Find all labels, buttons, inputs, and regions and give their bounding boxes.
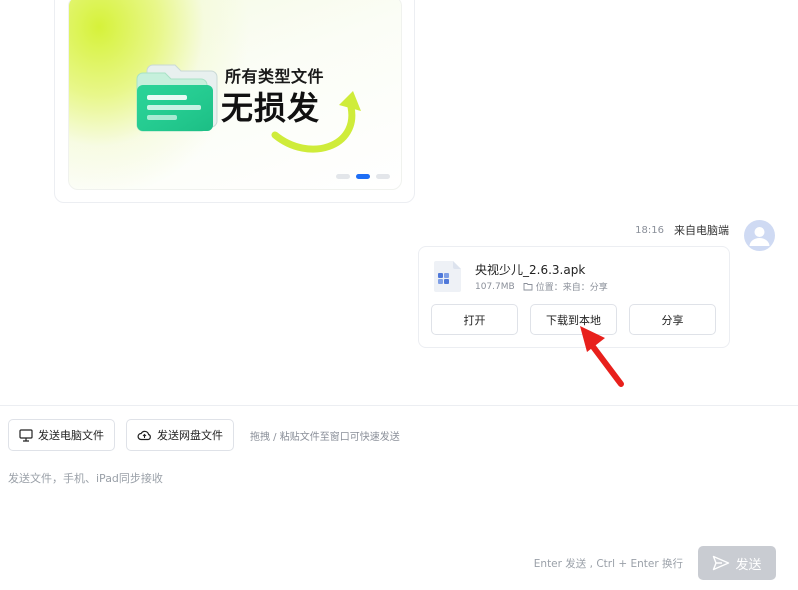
send-plane-icon xyxy=(713,555,730,571)
carousel-dot[interactable] xyxy=(336,174,350,179)
banner-title-line2: 无损发 xyxy=(221,89,321,127)
shortcut-hint: Enter 发送 , Ctrl + Enter 换行 xyxy=(533,558,683,570)
avatar[interactable] xyxy=(744,220,775,251)
file-size: 107.7MB xyxy=(475,281,515,292)
monitor-icon xyxy=(19,428,33,442)
user-avatar-icon xyxy=(749,227,770,246)
composer-toolbar: 发送电脑文件 发送网盘文件 拖拽 / 粘贴文件至窗口可快速发送 xyxy=(8,419,400,451)
message-time: 18:16 xyxy=(635,224,664,236)
share-button[interactable]: 分享 xyxy=(629,304,716,335)
send-pc-file-button[interactable]: 发送电脑文件 xyxy=(8,419,115,451)
file-location-text: 位置：来自：分享 xyxy=(535,283,608,293)
file-location: 位置：来自：分享 xyxy=(523,280,608,293)
file-actions: 打开 下载到本地 分享 xyxy=(431,304,716,335)
send-cloud-file-label: 发送网盘文件 xyxy=(157,429,223,442)
annotation-arrow-icon xyxy=(580,326,624,387)
send-button[interactable]: 发送 xyxy=(698,546,776,580)
send-cloud-file-button[interactable]: 发送网盘文件 xyxy=(126,419,234,451)
carousel-indicator xyxy=(336,174,390,179)
folder-icon xyxy=(136,64,218,132)
apk-file-icon xyxy=(434,261,461,292)
file-message-card[interactable]: 央视少儿_2.6.3.apk 107.7MB 位置：来自：分享 打开 下载到本地… xyxy=(418,246,730,348)
message-input[interactable] xyxy=(8,470,788,530)
open-button[interactable]: 打开 xyxy=(431,304,518,335)
cloud-icon xyxy=(137,430,151,441)
message-source: 来自电脑端 xyxy=(674,224,729,237)
file-details: 107.7MB 位置：来自：分享 xyxy=(475,280,608,294)
drag-drop-hint: 拖拽 / 粘贴文件至窗口可快速发送 xyxy=(250,431,400,443)
carousel-dot[interactable] xyxy=(376,174,390,179)
folder-location-icon xyxy=(523,283,533,291)
composer-divider xyxy=(0,405,798,406)
send-label: 发送 xyxy=(735,557,762,573)
carousel-dot-active[interactable] xyxy=(356,174,370,179)
promo-banner[interactable]: 所有类型文件 无损发 xyxy=(68,0,402,190)
send-pc-file-label: 发送电脑文件 xyxy=(38,429,104,442)
file-name: 央视少儿_2.6.3.apk xyxy=(475,263,586,277)
message-meta: 18:16 来自电脑端 xyxy=(635,222,729,238)
